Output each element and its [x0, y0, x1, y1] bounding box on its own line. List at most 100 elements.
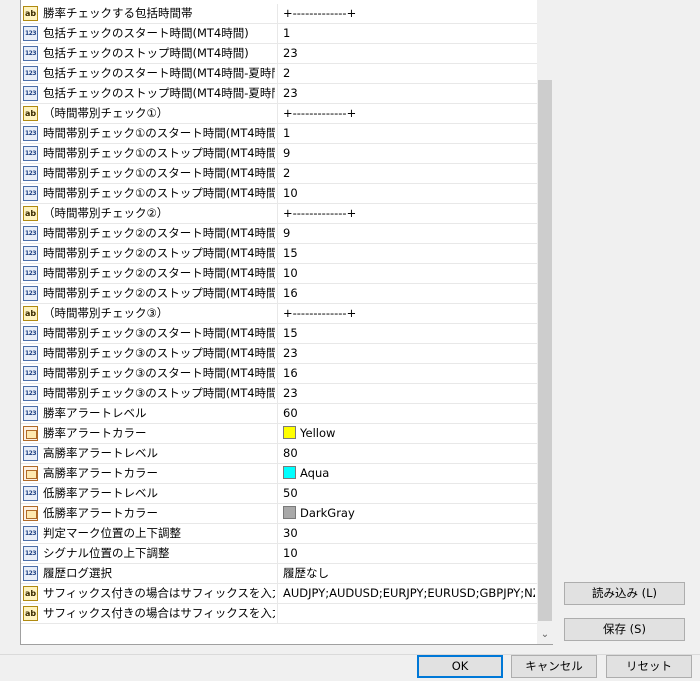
- parameter-label: （時間帯別チェック①）: [43, 106, 169, 120]
- string-type-icon: [23, 606, 38, 621]
- parameter-value[interactable]: Aqua: [283, 464, 535, 483]
- parameter-value[interactable]: +-------------+: [283, 104, 535, 123]
- parameter-value[interactable]: 10: [283, 264, 535, 283]
- ok-button[interactable]: OK: [417, 655, 503, 678]
- parameter-row[interactable]: 包括チェックのストップ時間(MT4時間-夏時間) 23: [21, 84, 538, 104]
- parameter-row[interactable]: 高勝率アラートカラー Aqua: [21, 464, 538, 484]
- parameter-name-cell: 時間帯別チェック②のストップ時間(MT4時間-‥: [21, 284, 278, 303]
- parameter-value[interactable]: 9: [283, 144, 535, 163]
- parameter-label: 時間帯別チェック③のストップ時間(MT4時間-‥: [43, 386, 275, 400]
- parameter-name-cell: （時間帯別チェック③）: [21, 304, 278, 323]
- parameter-row[interactable]: 低勝率アラートカラー DarkGray: [21, 504, 538, 524]
- parameter-row[interactable]: 高勝率アラートレベル 80: [21, 444, 538, 464]
- parameter-value-text: +-------------+: [283, 106, 357, 120]
- parameter-row[interactable]: 低勝率アラートレベル 50: [21, 484, 538, 504]
- parameter-row[interactable]: 時間帯別チェック②のスタート時間(MT4時間-‥ 10: [21, 264, 538, 284]
- parameter-value[interactable]: 50: [283, 484, 535, 503]
- parameter-row[interactable]: 勝率チェックする包括時間帯 +-------------+: [21, 4, 538, 24]
- parameter-name-cell: 時間帯別チェック②のスタート時間(MT4時間-‥: [21, 264, 278, 283]
- parameter-label: 勝率アラートカラー: [43, 426, 147, 440]
- parameter-row[interactable]: 履歴ログ選択 履歴なし: [21, 564, 538, 584]
- parameters-grid: 勝率チェックする包括時間帯 +-------------+ 包括チェックのスタート時…: [20, 0, 538, 645]
- parameter-value[interactable]: 60: [283, 404, 535, 423]
- parameter-value-text: 10: [283, 546, 298, 560]
- parameter-name-cell: サフィックス付きの場合はサフィックスを入力（‥: [21, 584, 278, 603]
- parameter-row[interactable]: 時間帯別チェック①のストップ時間(MT4時間-‥ 10: [21, 184, 538, 204]
- parameter-label: 時間帯別チェック①のスタート時間(MT4時間): [43, 126, 275, 140]
- parameter-label: 高勝率アラートカラー: [43, 466, 158, 480]
- save-button[interactable]: 保存 (S): [564, 618, 685, 641]
- parameter-row[interactable]: 時間帯別チェック①のストップ時間(MT4時間) 9: [21, 144, 538, 164]
- parameter-name-cell: 包括チェックのスタート時間(MT4時間-夏時間): [21, 64, 278, 83]
- scroll-down-arrow-icon[interactable]: ⌄: [537, 626, 553, 643]
- parameter-row[interactable]: シグナル位置の上下調整 10: [21, 544, 538, 564]
- parameter-value[interactable]: 15: [283, 324, 535, 343]
- color-swatch: [283, 506, 296, 519]
- parameter-row[interactable]: 時間帯別チェック①のスタート時間(MT4時間) 1: [21, 124, 538, 144]
- parameter-value[interactable]: DarkGray: [283, 504, 535, 523]
- parameter-value-text: 16: [283, 366, 298, 380]
- parameter-row[interactable]: （時間帯別チェック③） +-------------+: [21, 304, 538, 324]
- parameter-value-text: 16: [283, 286, 298, 300]
- parameter-value[interactable]: 10: [283, 184, 535, 203]
- parameter-label: 勝率チェックする包括時間帯: [43, 6, 193, 20]
- parameter-name-cell: 勝率アラートカラー: [21, 424, 278, 443]
- parameter-row[interactable]: 時間帯別チェック③のスタート時間(MT4時間-‥ 16: [21, 364, 538, 384]
- parameter-value[interactable]: 23: [283, 44, 535, 63]
- parameter-value[interactable]: 10: [283, 544, 535, 563]
- parameter-row[interactable]: 勝率アラートカラー Yellow: [21, 424, 538, 444]
- reset-button[interactable]: リセット: [606, 655, 692, 678]
- parameter-value[interactable]: +-------------+: [283, 4, 535, 23]
- string-type-icon: [23, 106, 38, 121]
- parameter-label: 包括チェックのストップ時間(MT4時間-夏時間): [43, 86, 275, 100]
- color-type-icon: [23, 466, 38, 481]
- parameter-row[interactable]: サフィックス付きの場合はサフィックスを入力（‥: [21, 604, 538, 624]
- parameter-value[interactable]: 履歴なし: [283, 564, 535, 583]
- parameter-value[interactable]: 23: [283, 344, 535, 363]
- parameter-value-text: 10: [283, 266, 298, 280]
- parameter-value[interactable]: 2: [283, 164, 535, 183]
- parameter-row[interactable]: 時間帯別チェック②のスタート時間(MT4時間) 9: [21, 224, 538, 244]
- parameter-value[interactable]: 2: [283, 64, 535, 83]
- parameter-row[interactable]: 時間帯別チェック①のスタート時間(MT4時間-‥ 2: [21, 164, 538, 184]
- parameter-label: 時間帯別チェック③のストップ時間(MT4時間): [43, 346, 275, 360]
- parameter-row[interactable]: 時間帯別チェック③のスタート時間(MT4時間) 15: [21, 324, 538, 344]
- parameter-value[interactable]: 15: [283, 244, 535, 263]
- parameter-value[interactable]: [283, 604, 535, 623]
- vertical-scrollbar[interactable]: ⌄: [537, 0, 553, 645]
- parameter-row[interactable]: 判定マーク位置の上下調整 30: [21, 524, 538, 544]
- parameter-row[interactable]: 時間帯別チェック②のストップ時間(MT4時間) 15: [21, 244, 538, 264]
- parameter-value[interactable]: +-------------+: [283, 304, 535, 323]
- parameter-value[interactable]: 23: [283, 84, 535, 103]
- parameter-row[interactable]: 包括チェックのスタート時間(MT4時間-夏時間) 2: [21, 64, 538, 84]
- parameter-value[interactable]: 1: [283, 124, 535, 143]
- parameter-value[interactable]: 80: [283, 444, 535, 463]
- parameter-value[interactable]: 30: [283, 524, 535, 543]
- parameter-name-cell: 高勝率アラートカラー: [21, 464, 278, 483]
- parameter-row[interactable]: サフィックス付きの場合はサフィックスを入力（‥ AUDJPY;AUDUSD;EUR…: [21, 584, 538, 604]
- color-swatch: [283, 426, 296, 439]
- parameter-value[interactable]: 23: [283, 384, 535, 403]
- parameter-row[interactable]: （時間帯別チェック②） +-------------+: [21, 204, 538, 224]
- parameter-name-cell: 包括チェックのストップ時間(MT4時間): [21, 44, 278, 63]
- parameter-row[interactable]: 時間帯別チェック③のストップ時間(MT4時間) 23: [21, 344, 538, 364]
- parameter-row[interactable]: 時間帯別チェック③のストップ時間(MT4時間-‥ 23: [21, 384, 538, 404]
- parameter-value[interactable]: 1: [283, 24, 535, 43]
- parameter-value[interactable]: Yellow: [283, 424, 535, 443]
- parameter-value-text: +-------------+: [283, 206, 357, 220]
- parameter-label: 時間帯別チェック②のスタート時間(MT4時間-‥: [43, 266, 275, 280]
- parameter-value[interactable]: 16: [283, 284, 535, 303]
- parameter-row[interactable]: （時間帯別チェック①） +-------------+: [21, 104, 538, 124]
- parameter-value[interactable]: 16: [283, 364, 535, 383]
- parameter-row[interactable]: 時間帯別チェック②のストップ時間(MT4時間-‥ 16: [21, 284, 538, 304]
- parameter-value[interactable]: +-------------+: [283, 204, 535, 223]
- load-button[interactable]: 読み込み (L): [564, 582, 685, 605]
- cancel-button[interactable]: キャンセル: [511, 655, 597, 678]
- scrollbar-thumb[interactable]: [538, 80, 552, 621]
- numeric-type-icon: [23, 246, 38, 261]
- parameter-row[interactable]: 包括チェックのスタート時間(MT4時間) 1: [21, 24, 538, 44]
- parameter-value[interactable]: AUDJPY;AUDUSD;EURJPY;EURUSD;GBPJPY;NZ...: [283, 584, 535, 603]
- parameter-value[interactable]: 9: [283, 224, 535, 243]
- parameter-row[interactable]: 包括チェックのストップ時間(MT4時間) 23: [21, 44, 538, 64]
- parameter-row[interactable]: 勝率アラートレベル 60: [21, 404, 538, 424]
